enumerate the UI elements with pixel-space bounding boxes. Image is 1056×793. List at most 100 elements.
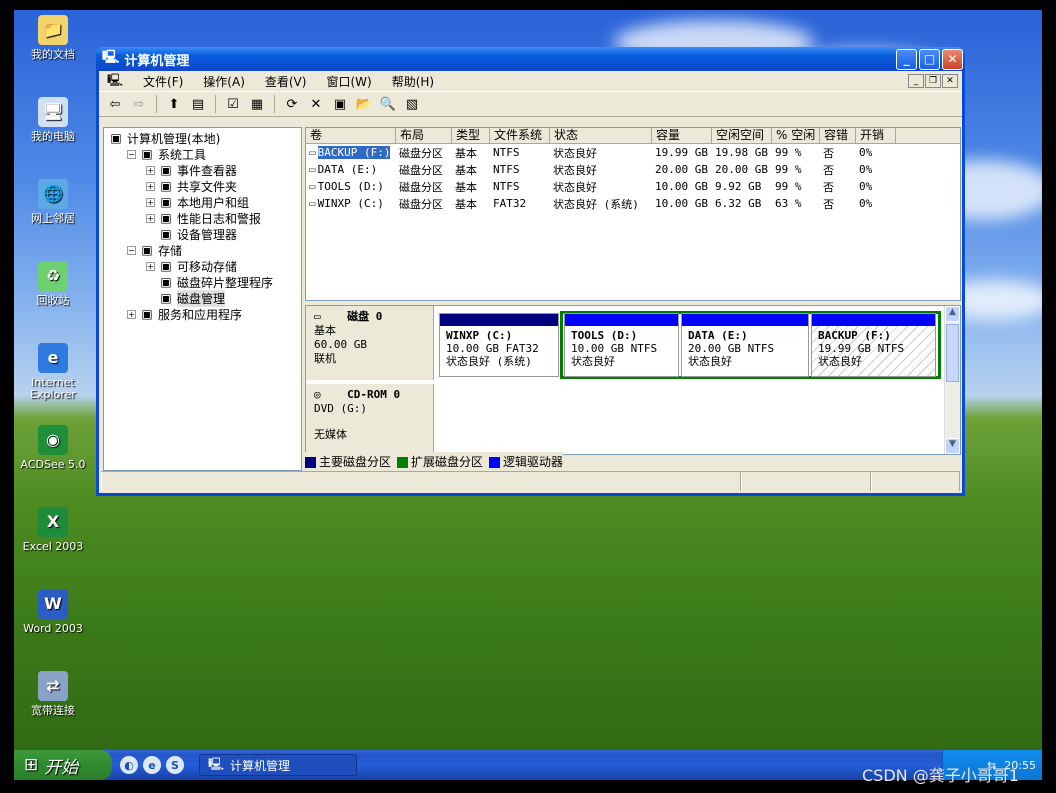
- tree-item-services-apps[interactable]: + ▣ 服务和应用程序: [104, 306, 301, 322]
- tree-item-shared-folders[interactable]: + ▣ 共享文件夹: [104, 178, 301, 194]
- tree-item-defragmenter[interactable]: ▣ 磁盘碎片整理程序: [104, 274, 301, 290]
- legend-extended: 扩展磁盘分区: [397, 453, 483, 470]
- disk-0-label[interactable]: ▭ 磁盘 0 基本 60.00 GB 联机: [306, 306, 434, 380]
- scroll-up-icon[interactable]: ▲: [945, 306, 960, 322]
- desktop-icon-my-computer[interactable]: 🖥 我的电脑: [14, 96, 92, 143]
- desktop-icon-label: 我的文档: [31, 48, 75, 61]
- column-header[interactable]: 容量: [652, 128, 712, 143]
- desktop-icon-word[interactable]: W Word 2003: [14, 588, 92, 635]
- volume-drive-icon: ▭: [309, 180, 316, 193]
- volume-row[interactable]: ▭ BACKUP (F:) 磁盘分区 基本 NTFS 状态良好 19.99 GB 19.98 …: [306, 144, 960, 161]
- collapse-icon[interactable]: −: [127, 149, 136, 159]
- partition-e-status: 状态良好: [688, 355, 732, 368]
- tree-item-computer-management[interactable]: ▣ 计算机管理(本地): [104, 130, 301, 146]
- column-header[interactable]: % 空闲: [772, 128, 820, 143]
- tree-item-label: 存储: [158, 243, 183, 258]
- volume-drive-icon: ▭: [309, 146, 316, 159]
- cell-ft: 否: [823, 197, 834, 211]
- tree-item-local-users[interactable]: + ▣ 本地用户和组: [104, 194, 301, 210]
- minimize-button[interactable]: _: [896, 48, 917, 70]
- desktop-icon-internet-explorer[interactable]: e Internet Explorer: [14, 342, 92, 401]
- column-header[interactable]: 容错: [820, 128, 856, 143]
- scroll-down-icon[interactable]: ▼: [945, 438, 960, 454]
- tree-item-storage[interactable]: − ▣ 存储: [104, 242, 301, 258]
- cell-fs: FAT32: [493, 197, 527, 210]
- open-icon[interactable]: 📂: [354, 94, 374, 114]
- cell-status: 状态良好 (系统): [553, 197, 639, 211]
- column-header[interactable]: 文件系统: [490, 128, 550, 143]
- tree-item-disk-management[interactable]: ▣ 磁盘管理: [104, 289, 301, 307]
- partition-e[interactable]: DATA (E:) 20.00 GB NTFS 状态良好: [681, 313, 809, 377]
- expand-icon[interactable]: +: [146, 197, 155, 207]
- desktop-icon-excel[interactable]: X Excel 2003: [14, 506, 92, 553]
- ie-quicklaunch-icon[interactable]: e: [143, 756, 161, 774]
- partition-f[interactable]: BACKUP (F:) 19.99 GB NTFS 状态良好: [811, 313, 936, 377]
- expand-icon[interactable]: +: [146, 261, 155, 271]
- refresh-icon[interactable]: ⟳: [282, 94, 302, 114]
- title-bar[interactable]: 🖳 计算机管理 _ □ ✕: [96, 47, 965, 71]
- tree-item-device-manager[interactable]: ▣ 设备管理器: [104, 226, 301, 242]
- back-icon[interactable]: ⇦: [105, 94, 125, 114]
- mdi-minimize-button[interactable]: _: [908, 74, 924, 88]
- partition-e-name: DATA (E:): [688, 329, 748, 342]
- mdi-restore-button[interactable]: ❐: [925, 74, 941, 88]
- tree-item-performance-logs[interactable]: + ▣ 性能日志和警报: [104, 210, 301, 226]
- start-button[interactable]: ⊞ 开始: [14, 750, 112, 780]
- menu-window[interactable]: 窗口(W): [326, 73, 371, 90]
- desktop-icon-network-places[interactable]: 🌐 网上邻居: [14, 178, 92, 225]
- menu-action[interactable]: 操作(A): [203, 73, 245, 90]
- cdrom-drive: DVD (G:): [314, 402, 367, 415]
- tree-item-label: 磁盘碎片整理程序: [177, 275, 274, 290]
- desktop-icon-broadband-connection[interactable]: ⇄ 宽带连接: [14, 670, 92, 717]
- s-app-quicklaunch-icon[interactable]: S: [166, 756, 184, 774]
- cell-layout: 磁盘分区: [399, 197, 443, 211]
- desktop-icon-acdsee[interactable]: ◉ ACDSee 5.0: [14, 424, 92, 471]
- cell-pct: 99 %: [775, 180, 802, 193]
- column-header[interactable]: 开销: [856, 128, 896, 143]
- desktop-icon-recycle-bin[interactable]: ♻ 回收站: [14, 260, 92, 307]
- column-header[interactable]: 状态: [550, 128, 652, 143]
- graph-scrollbar[interactable]: ▲ ▼: [944, 306, 960, 454]
- properties-icon[interactable]: ☑: [223, 94, 243, 114]
- export-list-icon[interactable]: ▦: [247, 94, 267, 114]
- menu-view[interactable]: 查看(V): [265, 73, 307, 90]
- toolbar: ⇦ ⇨ ⬆ ▤ ☑ ▦ ⟳ ✕ ▣ 📂 🔍 ▧: [99, 91, 962, 117]
- volume-row[interactable]: ▭ WINXP (C:) 磁盘分区 基本 FAT32 状态良好 (系统) 10.00 GB 6…: [306, 195, 960, 212]
- app-menu-icon[interactable]: 🖳: [107, 71, 123, 92]
- properties2-icon[interactable]: ▣: [330, 94, 350, 114]
- expand-icon[interactable]: +: [146, 181, 155, 191]
- up-folder-icon[interactable]: ⬆: [164, 94, 184, 114]
- maximize-button[interactable]: □: [919, 48, 940, 70]
- partition-d[interactable]: TOOLS (D:) 10.00 GB NTFS 状态良好: [564, 313, 679, 377]
- desktop-icon-my-documents[interactable]: 📁 我的文档: [14, 14, 92, 61]
- column-header[interactable]: 类型: [452, 128, 490, 143]
- volume-row[interactable]: ▭ DATA (E:) 磁盘分区 基本 NTFS 状态良好 20.00 GB 20.00 GB…: [306, 161, 960, 178]
- expand-icon[interactable]: +: [127, 309, 136, 319]
- menu-file[interactable]: 文件(F): [143, 73, 183, 90]
- show-desktop-icon[interactable]: ◐: [120, 756, 138, 774]
- help-icon[interactable]: ▧: [402, 94, 422, 114]
- taskbar-item-computer-management[interactable]: 🖳 计算机管理: [199, 754, 357, 776]
- search-icon[interactable]: 🔍: [378, 94, 398, 114]
- tree-item-event-viewer[interactable]: + ▣ 事件查看器: [104, 162, 301, 178]
- delete-icon[interactable]: ✕: [306, 94, 326, 114]
- forward-icon[interactable]: ⇨: [129, 94, 149, 114]
- cdrom-label[interactable]: ◎ CD-ROM 0 DVD (G:) 无媒体: [306, 384, 434, 452]
- tree-item-system-tools[interactable]: − ▣ 系统工具: [104, 146, 301, 162]
- column-header[interactable]: 卷: [306, 128, 396, 143]
- column-header[interactable]: 布局: [396, 128, 452, 143]
- close-button[interactable]: ✕: [942, 48, 963, 70]
- mdi-close-button[interactable]: ✕: [942, 74, 958, 88]
- collapse-icon[interactable]: −: [127, 245, 136, 255]
- tree-item-removable-storage[interactable]: + ▣ 可移动存储: [104, 258, 301, 274]
- tree-item-label: 性能日志和警报: [177, 211, 262, 226]
- volume-row[interactable]: ▭ TOOLS (D:) 磁盘分区 基本 NTFS 状态良好 10.00 GB 9.92 GB…: [306, 178, 960, 195]
- expand-icon[interactable]: +: [146, 165, 155, 175]
- expand-icon[interactable]: +: [146, 213, 155, 223]
- scroll-thumb[interactable]: [946, 324, 959, 382]
- menu-help[interactable]: 帮助(H): [392, 73, 434, 90]
- partition-c[interactable]: WINXP (C:) 10.00 GB FAT32 状态良好 (系统): [439, 313, 559, 377]
- column-header[interactable]: 空闲空间: [712, 128, 772, 143]
- show-hide-tree-icon[interactable]: ▤: [188, 94, 208, 114]
- cell-pct: 99 %: [775, 146, 802, 159]
